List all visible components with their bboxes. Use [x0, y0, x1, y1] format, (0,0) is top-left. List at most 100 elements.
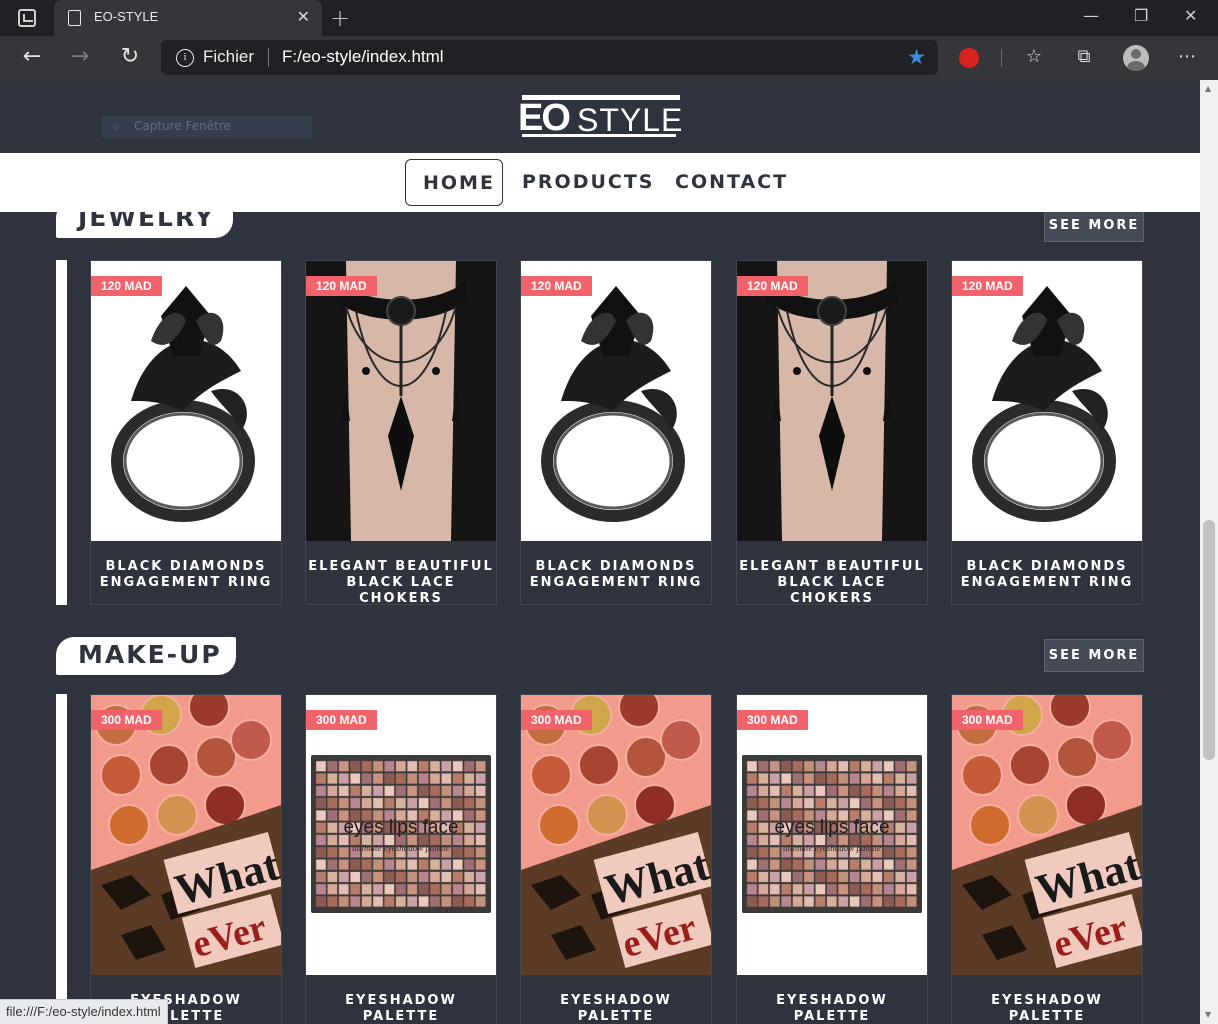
product-image[interactable]	[737, 261, 927, 541]
scroll-up-icon[interactable]: ▲	[1205, 84, 1211, 93]
product-card[interactable]: 120 MAD BLACK DIAMONDS ENGAGEMENT RING	[520, 260, 712, 605]
product-card[interactable]: 120 MAD ELEGANT BEAUTIFUL BLACK LACE CHOKE…	[305, 260, 497, 607]
product-image[interactable]: eyes lips face ultimate eyeshadow palette	[306, 695, 496, 975]
product-image[interactable]	[521, 261, 711, 541]
section-title: MAKE-UP	[56, 637, 236, 675]
scroll-down-icon[interactable]: ▼	[1205, 1010, 1211, 1019]
info-icon[interactable]: i	[176, 49, 194, 67]
site-header: ● Capture Fenêtre EO STYLE	[0, 80, 1200, 153]
browser-toolbar: ← → ↻ i Fichier F:/eo-style/index.html ★…	[0, 36, 1218, 80]
product-name-line-1: BLACK DIAMONDS	[105, 559, 267, 574]
product-image[interactable]	[306, 261, 496, 541]
price-tag: 300 MAD	[91, 710, 162, 730]
price-tag: 120 MAD	[91, 276, 162, 296]
product-name[interactable]: ELEGANT BEAUTIFUL BLACK LACE CHOKERS	[737, 559, 927, 607]
product-card[interactable]: eyes lips face ultimate eyeshadow palette…	[736, 694, 928, 1024]
price-tag: 300 MAD	[952, 710, 1023, 730]
page-icon	[68, 10, 81, 26]
svg-text:ultimate eyeshadow palette: ultimate eyeshadow palette	[352, 843, 450, 853]
price-tag: 300 MAD	[306, 710, 377, 730]
product-card[interactable]: 120 MAD BLACK DIAMONDS ENGAGEMENT RING	[951, 260, 1143, 605]
price-tag: 120 MAD	[306, 276, 377, 296]
favorites-icon[interactable]: ☆	[1022, 46, 1046, 70]
address-scheme: Fichier	[203, 47, 255, 66]
browser-tab[interactable]: EO-STYLE ✕	[54, 0, 322, 36]
svg-text:eyes lips face: eyes lips face	[774, 817, 889, 838]
product-card[interactable]: What eVer 300 MAD EYESHADOW PALETTE	[951, 694, 1143, 1024]
price-tag: 120 MAD	[952, 276, 1023, 296]
product-name-line-2: ENGAGEMENT RING	[960, 575, 1134, 590]
product-image[interactable]: What eVer	[91, 695, 281, 975]
product-name-line-1: EYESHADOW PALETTE	[560, 993, 672, 1024]
product-card[interactable]: What eVer 300 MAD EYESHADOW PALETTE	[90, 694, 282, 1024]
product-name[interactable]: EYESHADOW PALETTE	[306, 993, 496, 1024]
product-name-line-2: BLACK LACE CHOKERS	[346, 575, 456, 606]
more-menu-icon[interactable]: ⋯	[1175, 46, 1199, 70]
product-card[interactable]: What eVer 300 MAD EYESHADOW PALETTE	[520, 694, 712, 1024]
close-tab-icon[interactable]: ✕	[297, 7, 310, 26]
product-card[interactable]: 120 MAD ELEGANT BEAUTIFUL BLACK LACE CHOKE…	[736, 260, 928, 607]
product-name-line-1: BLACK DIAMONDS	[966, 559, 1128, 574]
section-rail	[56, 260, 67, 605]
price-tag: 300 MAD	[521, 710, 592, 730]
see-more-button[interactable]: SEE MORE	[1044, 639, 1144, 672]
product-name-line-2: ENGAGEMENT RING	[99, 575, 273, 590]
see-more-button[interactable]: SEE MORE	[1044, 209, 1144, 242]
product-name[interactable]: BLACK DIAMONDS ENGAGEMENT RING	[91, 559, 281, 591]
product-image[interactable]	[952, 261, 1142, 541]
address-separator	[268, 48, 269, 67]
new-tab-icon[interactable]: +	[330, 4, 350, 32]
product-name[interactable]: ELEGANT BEAUTIFUL BLACK LACE CHOKERS	[306, 559, 496, 607]
price-tag: 120 MAD	[737, 276, 808, 296]
product-name-line-2: ENGAGEMENT RING	[529, 575, 703, 590]
logo-underline	[522, 134, 676, 137]
restore-icon[interactable]: ❐	[1134, 6, 1148, 25]
price-tag: 300 MAD	[737, 710, 808, 730]
price-tag: 120 MAD	[521, 276, 592, 296]
product-name-line-1: EYESHADOW PALETTE	[345, 993, 457, 1024]
minimize-icon[interactable]: —	[1083, 6, 1099, 25]
product-card[interactable]: eyes lips face ultimate eyeshadow palette…	[305, 694, 497, 1024]
toolbar-divider	[1001, 49, 1002, 67]
page-scrollbar[interactable]: ▲ ▼	[1200, 80, 1218, 1024]
svg-text:eyes lips face: eyes lips face	[343, 817, 458, 838]
product-card[interactable]: 120 MAD BLACK DIAMONDS ENGAGEMENT RING	[90, 260, 282, 605]
reload-icon[interactable]: ↻	[116, 44, 144, 69]
tab-title: EO-STYLE	[94, 9, 159, 24]
capture-overlay: ● Capture Fenêtre	[102, 116, 312, 138]
nav-products[interactable]: PRODUCTS	[522, 159, 655, 206]
address-path[interactable]: F:/eo-style/index.html	[282, 47, 444, 67]
address-bar[interactable]: i Fichier F:/eo-style/index.html ★	[161, 40, 938, 75]
profile-avatar[interactable]	[1123, 45, 1149, 71]
tab-actions-icon[interactable]	[18, 9, 36, 27]
collections-icon[interactable]: ⧉	[1072, 46, 1096, 70]
favorite-star-icon[interactable]: ★	[907, 45, 926, 69]
scroll-thumb[interactable]	[1203, 520, 1215, 760]
extension-icon[interactable]	[959, 48, 979, 68]
window-close-icon[interactable]: ✕	[1184, 6, 1197, 25]
product-name-line-2: BLACK LACE CHOKERS	[777, 575, 887, 606]
product-name[interactable]: BLACK DIAMONDS ENGAGEMENT RING	[521, 559, 711, 591]
nav-contact[interactable]: CONTACT	[675, 159, 788, 206]
product-name-line-1: ELEGANT BEAUTIFUL	[308, 559, 494, 574]
site-logo[interactable]: EO STYLE	[518, 95, 682, 139]
product-image[interactable]	[91, 261, 281, 541]
section-rail	[56, 694, 67, 1014]
product-name-line-1: EYESHADOW PALETTE	[776, 993, 888, 1024]
product-name[interactable]: BLACK DIAMONDS ENGAGEMENT RING	[952, 559, 1142, 591]
product-name-line-1: EYESHADOW PALETTE	[991, 993, 1103, 1024]
status-url: file:///F:/eo-style/index.html	[0, 999, 168, 1024]
forward-icon[interactable]: →	[66, 44, 94, 69]
svg-text:ultimate eyeshadow palette: ultimate eyeshadow palette	[783, 843, 881, 853]
product-name[interactable]: EYESHADOW PALETTE	[952, 993, 1142, 1024]
nav-home[interactable]: HOME	[405, 159, 503, 206]
capture-label: Capture Fenêtre	[134, 119, 231, 133]
product-name-line-1: ELEGANT BEAUTIFUL	[739, 559, 925, 574]
product-image[interactable]: eyes lips face ultimate eyeshadow palette	[737, 695, 927, 975]
back-icon[interactable]: ←	[18, 44, 46, 69]
product-name[interactable]: EYESHADOW PALETTE	[737, 993, 927, 1024]
browser-tab-bar: EO-STYLE ✕ + — ❐ ✕	[0, 0, 1218, 36]
product-image[interactable]: What eVer	[521, 695, 711, 975]
product-name[interactable]: EYESHADOW PALETTE	[521, 993, 711, 1024]
product-image[interactable]: What eVer	[952, 695, 1142, 975]
